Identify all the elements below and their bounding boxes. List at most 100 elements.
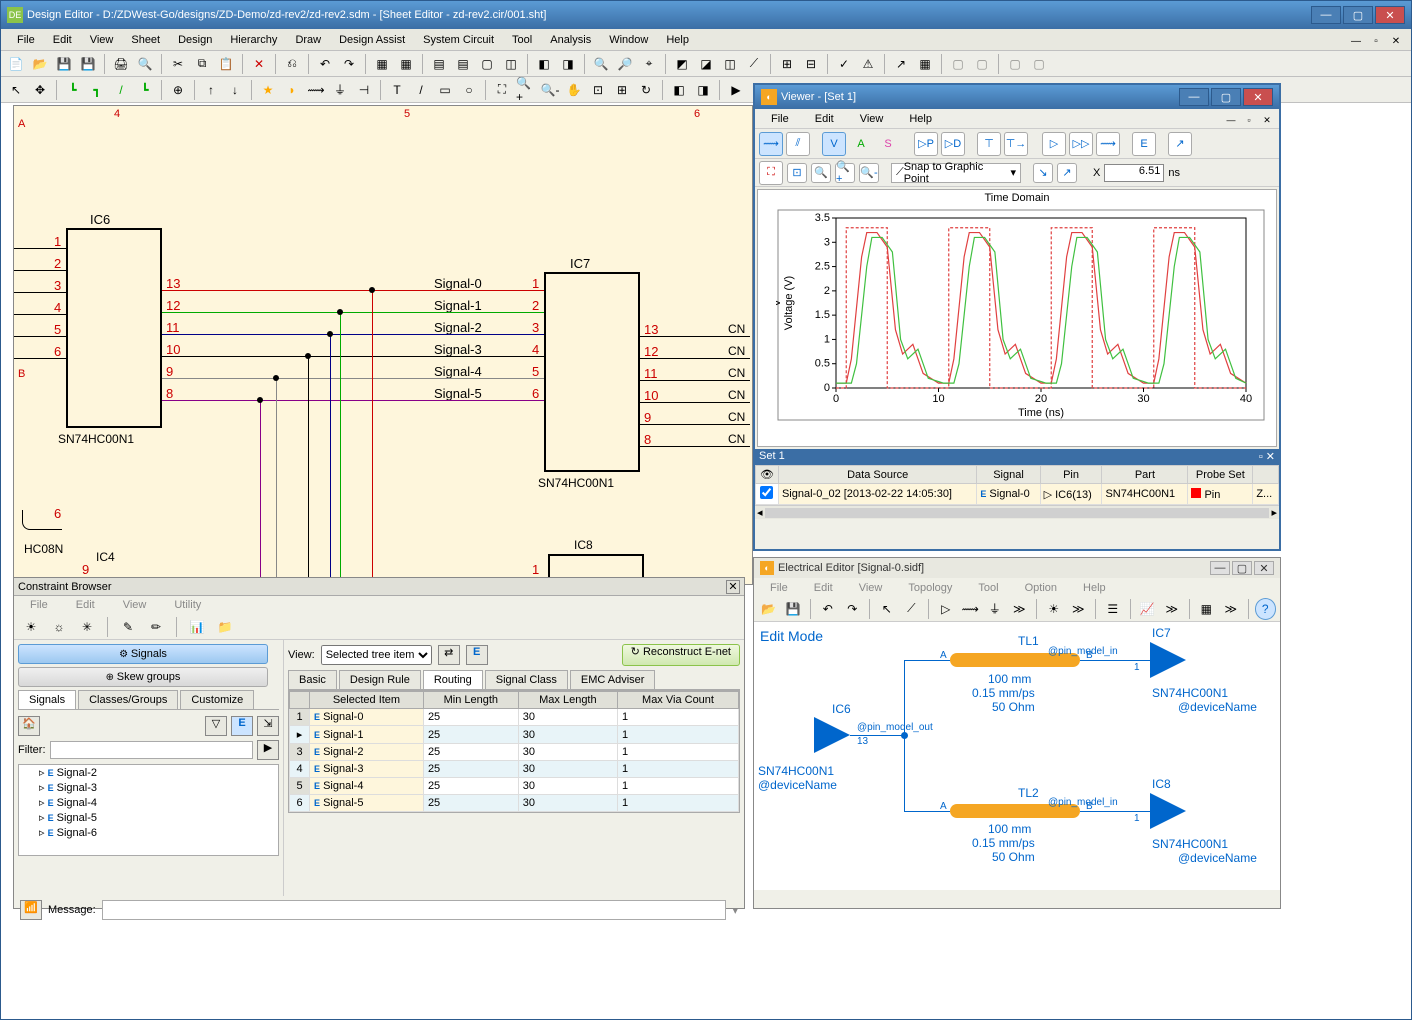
pan-icon[interactable]: ✋ [563,79,585,101]
play-p-icon[interactable]: ▷P [914,132,938,156]
zoom1-icon[interactable]: ⊡ [587,79,609,101]
redo-icon[interactable]: ↷ [338,53,360,75]
preview-icon[interactable]: 🔍 [134,53,156,75]
paste-icon[interactable]: 📋 [215,53,237,75]
reconstruct-button[interactable]: ↻ Reconstruct E-net [622,644,740,666]
menu-file[interactable]: File [763,111,797,126]
menu-file[interactable]: File [22,597,56,613]
pin2-icon[interactable]: ↓ [224,79,246,101]
table-header[interactable]: Max Length [518,692,617,709]
menu-file[interactable]: File [9,32,43,48]
table-header[interactable]: Data Source [778,466,976,484]
probe1-icon[interactable]: ⊕ [167,79,189,101]
zoom-out-icon[interactable]: 🔍- [859,163,879,183]
menu-window[interactable]: Window [601,32,656,48]
layer2-icon[interactable]: ◨ [692,79,714,101]
table-icon[interactable]: ▦ [914,53,936,75]
export-icon[interactable]: ↗ [890,53,912,75]
star-icon[interactable]: ★ [257,79,279,101]
net1-icon[interactable]: ⊞ [776,53,798,75]
tab-routing[interactable]: Routing [423,670,483,689]
table-header[interactable] [290,692,310,709]
menu-view[interactable]: View [82,32,122,48]
sheet-icon[interactable]: ▢ [476,53,498,75]
menu-help[interactable]: Help [658,32,697,48]
menu-design-assist[interactable]: Design Assist [331,32,413,48]
e-sun-icon[interactable]: ☀ [1043,598,1065,620]
menu-tool[interactable]: Tool [504,32,540,48]
e-wire-icon[interactable]: ⟋ [901,598,923,620]
tree-item[interactable]: ▹ E Signal-3 [19,780,278,795]
tab-emc-adviser[interactable]: EMC Adviser [570,670,656,689]
res-icon[interactable]: ⟿ [305,79,327,101]
layer1-icon[interactable]: ◧ [668,79,690,101]
menu-analysis[interactable]: Analysis [542,32,599,48]
comp-icon[interactable]: ◫ [500,53,522,75]
e-button-viewer[interactable]: E [1132,132,1156,156]
undo-tree-icon[interactable]: ⎌ [281,53,303,75]
table-row[interactable]: 5E Signal-425301 [290,778,739,795]
msg-icon[interactable]: 📶 [20,900,42,920]
maximize-button[interactable]: ▢ [1343,6,1373,24]
list-icon[interactable]: ▤ [452,53,474,75]
minimize-button[interactable]: — [1311,6,1341,24]
schematic-canvas[interactable]: 4 5 6 A B IC6 SN74HC00N1 123456 13121110… [13,105,753,585]
view-opt1-icon[interactable]: ⇄ [438,645,460,665]
measure1-icon[interactable]: ↘ [1033,163,1053,183]
tab-design-rule[interactable]: Design Rule [339,670,421,689]
table-row[interactable]: ▸E Signal-125301 [290,726,739,744]
e-comp1-icon[interactable]: ▷ [935,598,957,620]
net2-icon[interactable]: ⊟ [800,53,822,75]
v-mdi-max-icon[interactable]: ▫ [1241,113,1257,127]
marker2-icon[interactable]: ⊤→ [1004,132,1028,156]
hier-icon[interactable]: ▤ [428,53,450,75]
menu-topology[interactable]: Topology [900,580,960,594]
cb-tool2-icon[interactable]: ☼ [48,616,70,638]
e-chart-icon[interactable]: 📈 [1137,598,1159,620]
e-gnd-icon[interactable]: ⏚ [984,598,1006,620]
signals-button[interactable]: ⚙ Signals [18,644,268,664]
measure2-icon[interactable]: ↗ [1057,163,1077,183]
tab-signals[interactable]: Signals [18,690,76,709]
check-icon[interactable]: ✓ [833,53,855,75]
table-row[interactable]: 4E Signal-325301 [290,761,739,778]
marker1-icon[interactable]: ⊤ [977,132,1001,156]
tab-basic[interactable]: Basic [288,670,337,689]
refresh-icon[interactable]: ↻ [635,79,657,101]
e-save-icon[interactable]: 💾 [783,598,805,620]
table-header[interactable]: Min Length [423,692,518,709]
menu-help[interactable]: Help [1075,580,1114,594]
tree-item[interactable]: ▹ E Signal-5 [19,810,278,825]
new-icon[interactable]: 📄 [5,53,27,75]
line-icon[interactable]: / [410,79,432,101]
find-icon[interactable]: 🔎 [614,53,636,75]
mdi-close-icon[interactable]: ✕ [1387,33,1405,49]
viewer-data-table[interactable]: 👁Data SourceSignalPinPartProbe SetSignal… [755,465,1279,505]
e-more-icon[interactable]: ≫ [1009,598,1031,620]
elec-close-button[interactable]: ✕ [1254,561,1274,575]
part2-icon[interactable]: ◪ [695,53,717,75]
help-icon[interactable]: ? [1255,598,1277,620]
table-header[interactable]: Part [1102,466,1188,484]
mdi-min-icon[interactable]: — [1347,33,1365,49]
menu-system-circuit[interactable]: System Circuit [415,32,502,48]
nav1-icon[interactable]: ◧ [533,53,555,75]
tab-classes-groups[interactable]: Classes/Groups [78,690,178,709]
v-mdi-close-icon[interactable]: ✕ [1259,113,1275,127]
print-icon[interactable]: 🖨 [110,53,132,75]
zoom-in-icon[interactable]: 🔍+ [835,163,855,183]
table-header[interactable]: Pin [1040,466,1102,484]
menu-edit[interactable]: Edit [45,32,80,48]
menu-option[interactable]: Option [1017,580,1065,594]
close-button[interactable]: ✕ [1375,6,1405,24]
part1-icon[interactable]: ◩ [671,53,693,75]
e-redo-icon[interactable]: ↷ [842,598,864,620]
viewer-close-button[interactable]: ✕ [1243,88,1273,106]
view-e-button[interactable]: E [466,645,488,665]
elec-canvas[interactable]: Edit Mode IC6 @pin_model_out 13 SN74HC00… [754,622,1280,890]
text-icon[interactable]: T [386,79,408,101]
row-checkbox[interactable] [760,486,773,499]
tab-signal-class[interactable]: Signal Class [485,670,568,689]
zoom-fit-icon[interactable]: ⛶ [491,79,513,101]
wave-icon[interactable]: ⟿ [1096,132,1120,156]
